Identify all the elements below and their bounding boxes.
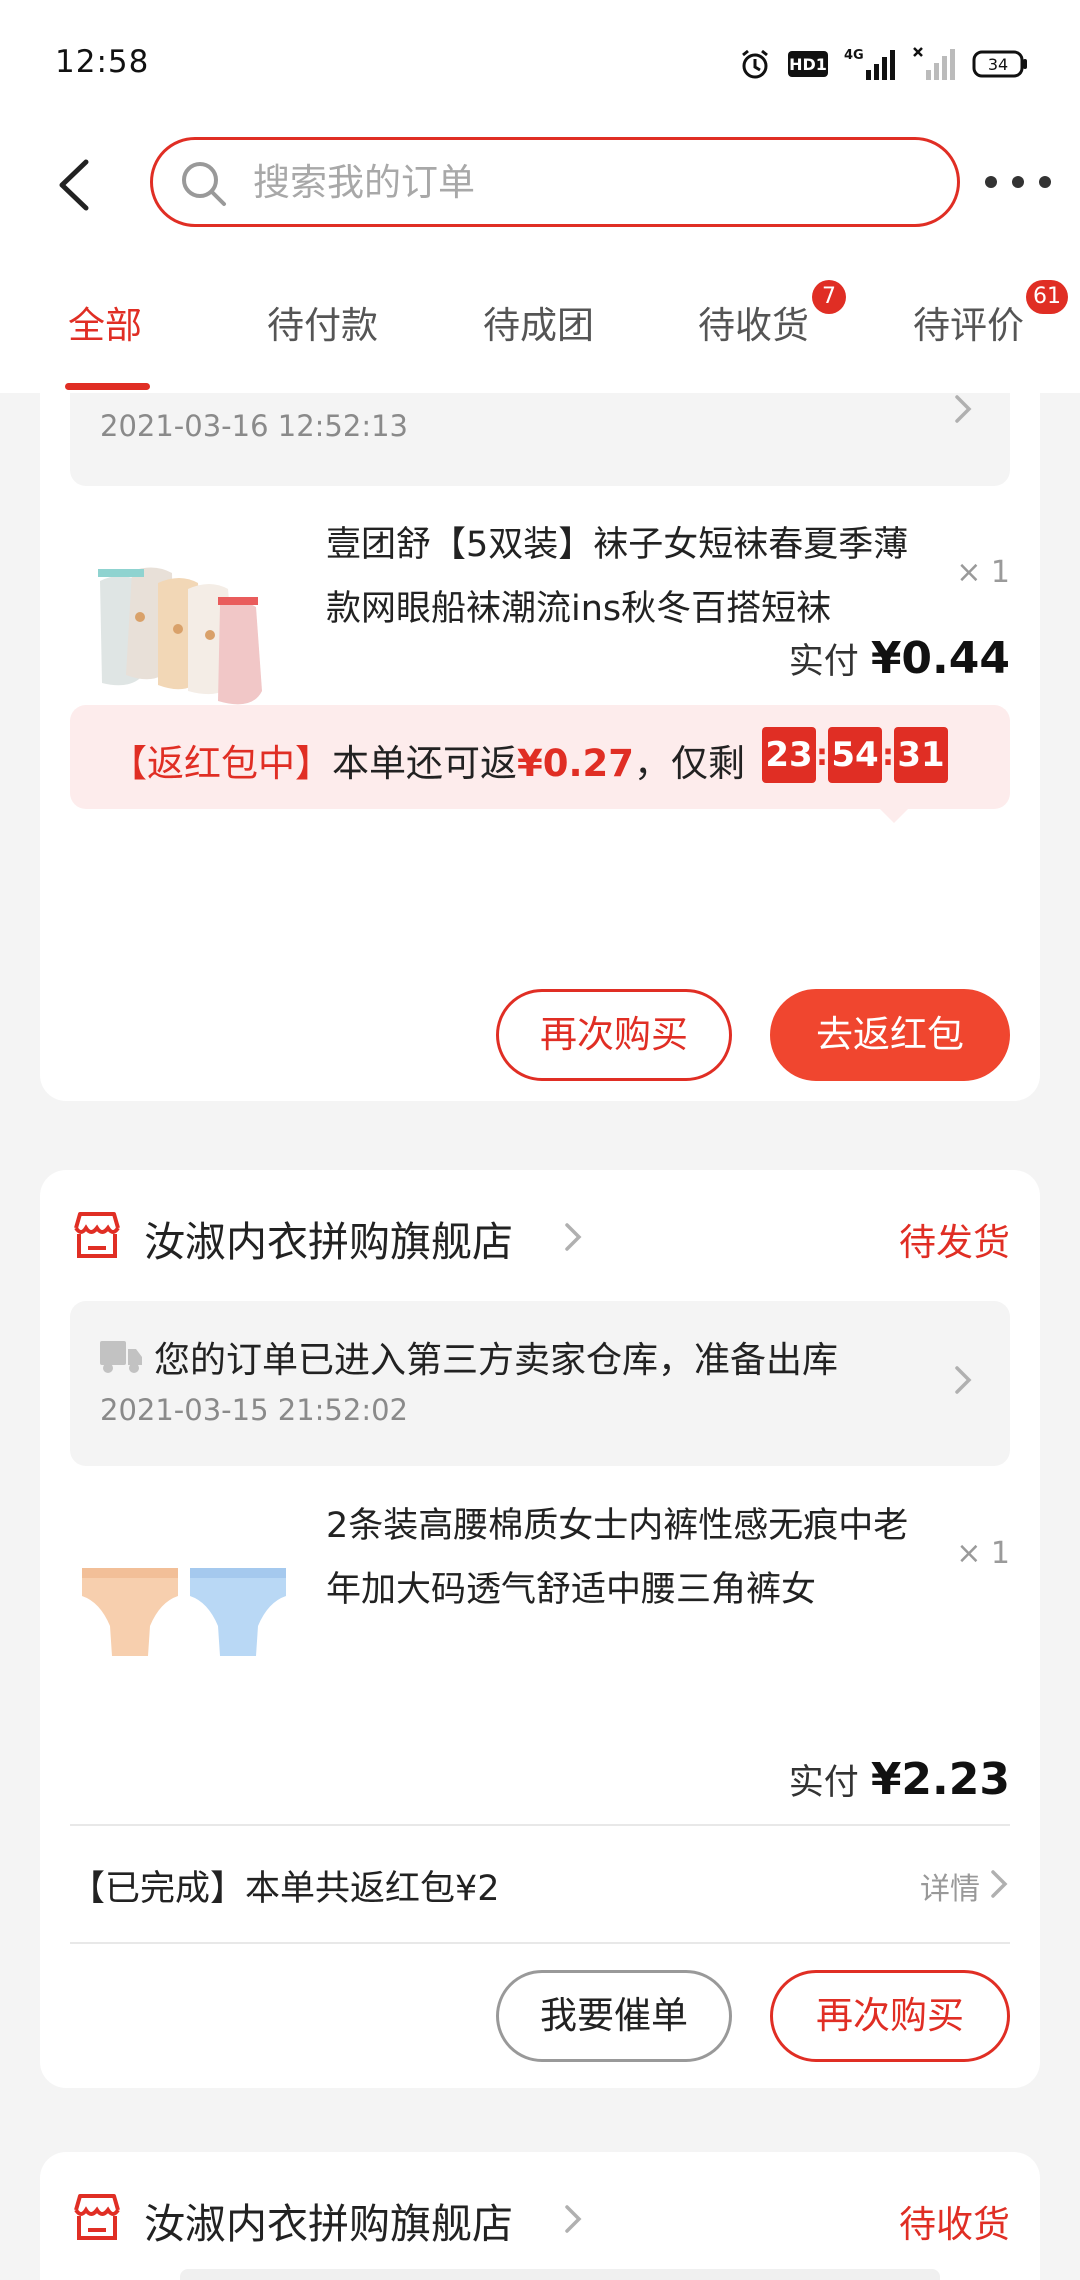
divider (70, 1942, 1010, 1944)
product-image-underwear[interactable] (70, 1502, 300, 1732)
chevron-right-icon (955, 1366, 972, 1394)
detail-link[interactable]: 详情 (920, 1864, 980, 1908)
pending-receipt-badge: 7 (812, 280, 846, 314)
paid-amount: 实付 ¥2.23 (789, 1754, 1010, 1805)
alarm-icon (742, 49, 768, 79)
more-options-button[interactable] (985, 172, 1051, 192)
chevron-left-icon (59, 159, 89, 211)
status-icons: HD1 4G 34 (738, 46, 1028, 82)
battery-icon: 34 (972, 50, 1027, 78)
signal-4g-icon: 4G (844, 48, 895, 80)
rebuy-button[interactable]: 再次购买 (770, 1970, 1010, 2062)
tab-all[interactable]: 全部 (68, 295, 142, 349)
store-icon (74, 2194, 120, 2240)
svg-text:4G: 4G (844, 48, 864, 63)
product-quantity: × 1 (956, 1536, 1010, 1571)
more-dot (1039, 176, 1051, 188)
timer-hours: 23 (762, 727, 816, 783)
order-card: 汝淑内衣拼购旗舰店 待发货 您的订单已进入第三方卖家仓库，准备出库 2021-0… (40, 1170, 1040, 2088)
rebuy-button[interactable]: 再次购买 (496, 989, 732, 1081)
paid-value: ¥0.44 (870, 633, 1010, 684)
order-tabs: 全部 待付款 待成团 待收货 7 待评价 61 (0, 255, 1080, 393)
chevron-right-icon (991, 1870, 1008, 1898)
refund-amount: ¥0.27 (517, 742, 635, 785)
store-name[interactable]: 汝淑内衣拼购旗舰店 (144, 1208, 513, 1268)
more-dot (985, 176, 997, 188)
paid-amount: 实付 ¥0.44 (789, 633, 1010, 684)
back-button[interactable] (48, 150, 108, 220)
paid-label: 实付 (788, 642, 859, 682)
logistics-title: 您的订单已进入第三方卖家仓库，准备出库 (154, 1340, 839, 1381)
product-quantity: × 1 (956, 555, 1010, 590)
chevron-right-icon (565, 1223, 582, 1251)
refund-remaining: ，仅剩 (634, 742, 746, 785)
order-card: 2021-03-16 12:52:13 壹团舒【5双装】袜子女短袜春夏季薄款网眼… (40, 393, 1040, 1101)
refund-banner-pointer (880, 809, 908, 823)
chevron-right-icon (565, 2205, 582, 2233)
claim-redpacket-button[interactable]: 去返红包 (770, 989, 1010, 1081)
order-status: 待收货 (899, 2203, 1010, 2246)
timer-minutes: 54 (828, 727, 882, 783)
tab-pending-review[interactable]: 待评价 (913, 295, 1024, 349)
paid-label: 实付 (788, 1763, 859, 1803)
divider (70, 1824, 1010, 1826)
store-header[interactable]: 汝淑内衣拼购旗舰店 待发货 (70, 1202, 1010, 1272)
store-header[interactable]: 汝淑内衣拼购旗舰店 待收货 (70, 2184, 1010, 2254)
hd-icon: HD1 (788, 51, 828, 77)
logistics-box[interactable] (180, 2269, 940, 2280)
store-icon (74, 1212, 120, 1258)
tab-active-indicator (65, 383, 150, 390)
redpacket-completed-text: 【已完成】本单共返红包¥2 (70, 1869, 500, 1909)
order-card: 汝淑内衣拼购旗舰店 待收货 (40, 2152, 1040, 2280)
product-title[interactable]: 壹团舒【5双装】袜子女短袜春夏季薄款网眼船袜潮流ins秋冬百搭短袜 (326, 513, 936, 641)
refund-banner: 【返红包中】本单还可返¥0.27，仅剩 23 : 54 : 31 (70, 705, 1010, 809)
countdown-timer: 23 : 54 : 31 (762, 727, 948, 783)
logistics-date: 2021-03-15 21:52:02 (100, 1393, 408, 1427)
search-header (0, 130, 1080, 255)
truck-icon (100, 1341, 142, 1373)
search-icon (182, 162, 226, 206)
logistics-box[interactable]: 2021-03-16 12:52:13 (70, 393, 1010, 486)
logistics-box[interactable]: 您的订单已进入第三方卖家仓库，准备出库 2021-03-15 21:52:02 (70, 1301, 1010, 1466)
timer-seconds: 31 (894, 727, 948, 783)
tab-pending-group[interactable]: 待成团 (483, 295, 594, 349)
more-dot (1012, 176, 1024, 188)
status-time: 12:58 (55, 44, 150, 80)
search-box[interactable] (150, 137, 960, 227)
refund-desc: 本单还可返 (332, 742, 517, 785)
refund-text: 【返红包中】本单还可返¥0.27，仅剩 (110, 733, 745, 787)
svg-text:HD1: HD1 (789, 55, 827, 74)
timer-colon: : (882, 737, 894, 773)
product-title[interactable]: 2条装高腰棉质女士内裤性感无痕中老年加大码透气舒适中腰三角裤女 (326, 1494, 936, 1622)
order-status: 待发货 (899, 1221, 1010, 1264)
tab-pending-payment[interactable]: 待付款 (267, 295, 378, 349)
search-input[interactable] (253, 154, 933, 210)
logistics-date: 2021-03-16 12:52:13 (100, 409, 408, 443)
urge-delivery-button[interactable]: 我要催单 (496, 1970, 732, 2062)
signal-no-sim-icon (913, 47, 955, 80)
paid-value: ¥2.23 (870, 1754, 1010, 1805)
timer-colon: : (816, 737, 828, 773)
chevron-right-icon (955, 395, 972, 423)
status-bar: 12:58 HD1 4G 34 (0, 0, 1080, 130)
svg-text:34: 34 (988, 55, 1008, 74)
pending-review-badge: 61 (1026, 280, 1068, 314)
store-name[interactable]: 汝淑内衣拼购旗舰店 (144, 2190, 513, 2250)
refund-tag: 【返红包中】 (110, 742, 332, 785)
tab-pending-receipt[interactable]: 待收货 (698, 295, 809, 349)
